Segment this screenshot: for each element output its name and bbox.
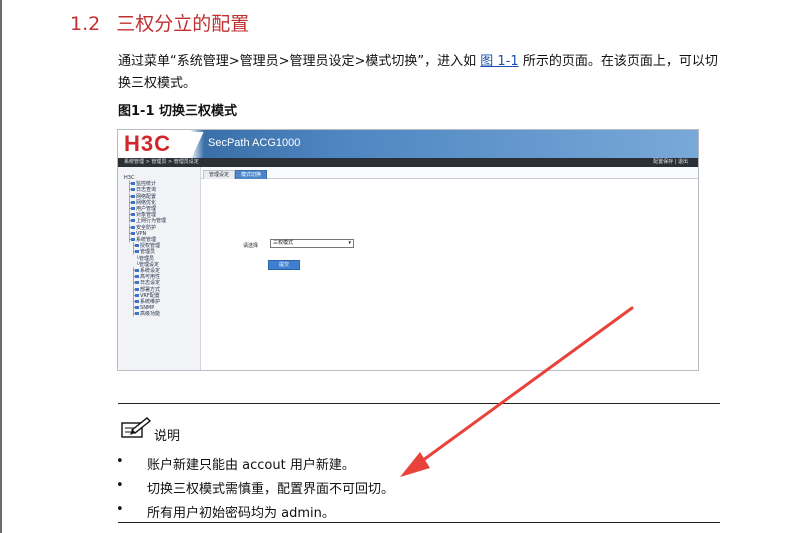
- note-item-text: 账户新建只能由 accout 用户新建。: [147, 458, 355, 473]
- note-pencil-icon: [121, 417, 152, 438]
- tree-item-label: 部署方式: [140, 286, 161, 293]
- note-item-text: 所有用户初始密码均为 admin。: [147, 506, 335, 521]
- folder-icon: [131, 200, 136, 204]
- tree-item-label: 日志查询: [136, 187, 157, 194]
- folder-icon: [131, 188, 136, 192]
- folder-icon: [131, 194, 136, 198]
- note-item-text: 切换三权模式需慎重，配置界面不可回切。: [147, 482, 395, 497]
- top-links[interactable]: 配置保存 | 退出: [653, 158, 688, 167]
- note-label: 说明: [154, 429, 181, 444]
- folder-icon: [135, 250, 140, 254]
- section-title: 三权分立的配置: [116, 13, 250, 35]
- tree-item-label: 管理设定: [139, 261, 160, 268]
- paragraph-text-before-link: 通过菜单“系统管理>管理员>管理员设定>模式切换”，进入如: [118, 54, 477, 69]
- note-bottom-rule: [118, 522, 720, 523]
- tree-item-label: 管理员: [140, 249, 156, 256]
- tree-item-label: VPN: [136, 230, 147, 237]
- select-label: 请选择: [243, 243, 259, 249]
- section-number: 1.2: [70, 13, 101, 35]
- app-body: H3C ├ 监控统计 ├ 日志查询 ├ 网络配置 ├ 网络优化 ├ 用户管理 ├ 对象管理 ├ 上网行为管理…: [118, 167, 698, 370]
- mode-select-value: 三权模式: [273, 240, 294, 246]
- figure-screenshot: H3C SecPath ACG1000 系统管理 > 管理员 > 管理员设定 配…: [117, 129, 699, 371]
- folder-icon: [131, 207, 136, 211]
- tree-item[interactable]: ├ 高级功能: [124, 311, 200, 317]
- folder-icon: [131, 213, 136, 217]
- h3c-logo: H3C: [120, 132, 190, 156]
- tab-admin-settings[interactable]: 管理设定: [203, 170, 236, 179]
- app-header: H3C SecPath ACG1000: [118, 130, 698, 158]
- tab-bar: 管理设定 模式切换: [201, 167, 698, 179]
- intro-paragraph: 通过菜单“系统管理>管理员>管理员设定>模式切换”，进入如 图 1-1 所示的页…: [118, 51, 728, 95]
- folder-icon: [135, 300, 140, 304]
- nav-tree: H3C ├ 监控统计 ├ 日志查询 ├ 网络配置 ├ 网络优化 ├ 用户管理 ├ 对象管理 ├ 上网行为管理…: [118, 167, 201, 370]
- tree-item-label: 网络优化: [136, 199, 157, 206]
- folder-icon: [131, 219, 136, 223]
- folder-icon: [131, 231, 136, 235]
- folder-icon: [131, 182, 136, 186]
- folder-icon: [135, 312, 140, 316]
- folder-icon: [135, 269, 140, 273]
- folder-icon: [131, 225, 136, 229]
- folder-icon: [135, 275, 140, 279]
- tree-item-label: 安全防护: [136, 224, 157, 231]
- dropdown-arrow-icon: ▾: [348, 240, 351, 246]
- breadcrumb-bar: 系统管理 > 管理员 > 管理员设定 配置保存 | 退出: [118, 158, 698, 167]
- figure-link[interactable]: 图 1-1: [480, 54, 518, 69]
- product-name: SecPath ACG1000: [208, 137, 301, 149]
- folder-icon: [131, 238, 136, 242]
- folder-icon: [135, 306, 140, 310]
- tab-mode-switch[interactable]: 模式切换: [235, 170, 268, 179]
- note-top-rule: [118, 403, 720, 404]
- folder-icon: [135, 244, 140, 248]
- left-margin-rule: [0, 0, 2, 533]
- tree-item-label: 网络配置: [136, 193, 157, 200]
- tree-item-label: 管理员: [139, 255, 155, 262]
- tree-item-label: 高级功能: [140, 311, 161, 318]
- bullet-icon: •: [116, 454, 124, 469]
- folder-icon: [135, 287, 140, 291]
- bullet-icon: •: [116, 502, 124, 517]
- submit-button[interactable]: 提交: [268, 260, 300, 270]
- tree-item-label: 日志设定: [140, 280, 161, 287]
- bullet-icon: •: [116, 478, 124, 493]
- tree-item-label: VRF配置: [140, 292, 160, 299]
- breadcrumb: 系统管理 > 管理员 > 管理员设定: [124, 159, 199, 165]
- folder-icon: [135, 293, 140, 297]
- section-heading: 1.2 三权分立的配置: [70, 9, 249, 36]
- tree-item-label: 上网行为管理: [136, 218, 167, 225]
- folder-icon: [135, 281, 140, 285]
- mode-select[interactable]: 三权模式 ▾: [270, 239, 354, 248]
- figure-caption: 图1-1 切换三权模式: [118, 104, 238, 119]
